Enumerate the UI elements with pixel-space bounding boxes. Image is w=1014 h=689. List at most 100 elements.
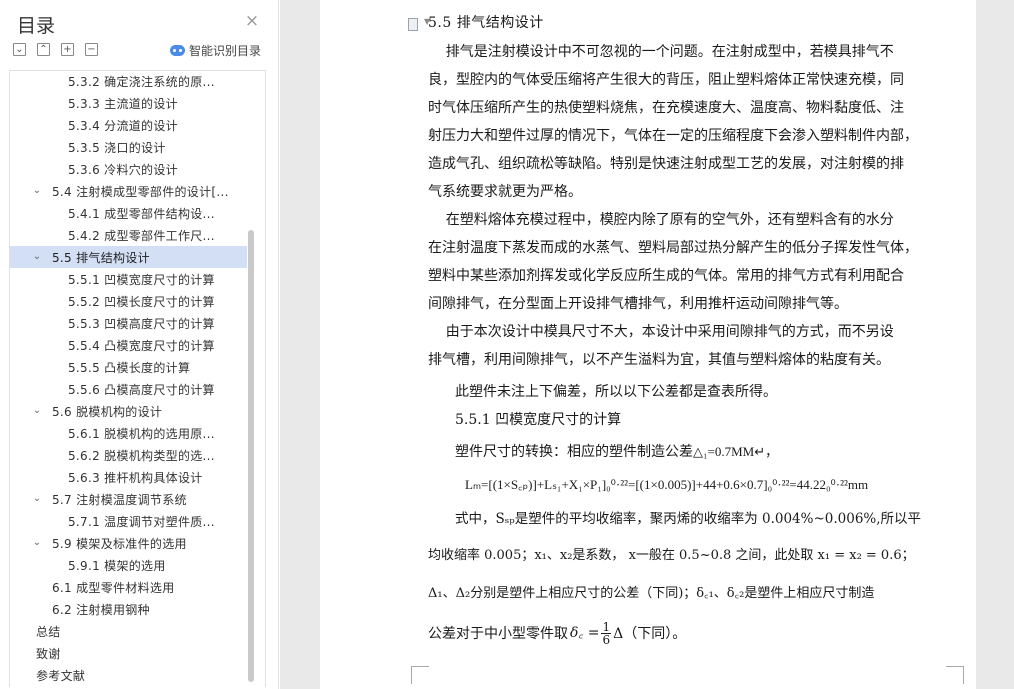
toc-item-label: 5.6.1 脱模机构的选用原... (68, 426, 215, 441)
toc-item-label: 5.4 注射模成型零部件的设计[... (52, 184, 229, 199)
toc-item-label: 5.3.2 确定浇注系统的原... (68, 74, 215, 89)
para2-line2: 均收缩率 0.005；x₁、x₂是系数， x一般在 0.5~0.8 之间，此处取… (428, 548, 915, 563)
document-icon[interactable] (408, 18, 418, 31)
toc-item[interactable]: ⌄ 5.4 注射模成型零部件的设计[... (10, 180, 247, 202)
toc-panel: 目录 × ⌄ ⌃ + − 智能识别目录 5.3.2 确定浇注系统的原... 5.3… (0, 0, 279, 689)
toc-item-label: 6.2 注射模用钢种 (52, 602, 150, 617)
para2-line4-a: 公差对于中小型零件取 (428, 625, 568, 642)
para2-line4-c: Δ（下同）。 (613, 625, 687, 642)
chevron-down-icon[interactable]: ⌄ (32, 488, 42, 510)
paragraph-line: 射压力大和塑件过厚的情况下，气体在一定的压缩程度下会渗入塑料制件内部， (428, 128, 918, 144)
para2-line3: Δ₁、Δ₂分别是塑件上相应尺寸的公差（下同)；δ꜀₁、δ꜀₂是塑件上相应尺寸制造 (428, 586, 875, 601)
fraction: 1 6 (601, 621, 612, 647)
para2-line4-b: δ꜀ = (570, 625, 600, 641)
add-heading-icon[interactable]: + (61, 43, 74, 56)
conversion-line: 塑件尺寸的转换：相应的塑件制造公差△₁=0.7MM↵， (455, 441, 778, 461)
toc-item-label: 5.5.1 凹模宽度尺寸的计算 (68, 272, 215, 287)
smart-toc-label: 智能识别目录 (189, 43, 262, 58)
chevron-down-icon[interactable]: ⌄ (32, 180, 42, 202)
toc-item[interactable]: 5.6.2 脱模机构类型的选... (10, 444, 247, 466)
toc-item-label: 5.3.5 浇口的设计 (68, 140, 166, 155)
toc-item[interactable]: 5.4.2 成型零部件工作尺... (10, 224, 247, 246)
toc-item-label: 5.6 脱模机构的设计 (52, 404, 163, 419)
toc-item[interactable]: 总结 (10, 620, 247, 642)
paragraph-line: 在塑料熔体充模过程中，模腔内除了原有的空气外，还有塑料含有的水分 (428, 212, 894, 228)
toc-item-label: 5.5 排气结构设计 (52, 250, 150, 265)
toc-item[interactable]: 5.3.2 确定浇注系统的原... (10, 71, 247, 92)
toc-title: 目录 (17, 15, 56, 37)
toc-item[interactable]: 致谢 (10, 642, 247, 664)
toc-item-label: 5.5.3 凹模高度尺寸的计算 (68, 316, 215, 331)
toc-item[interactable]: 6.2 注射模用钢种 (10, 598, 247, 620)
toc-tree: 5.3.2 确定浇注系统的原... 5.3.3 主流道的设计 5.3.4 分流道的设… (9, 70, 266, 687)
toc-item[interactable]: 5.6.1 脱模机构的选用原... (10, 422, 247, 444)
toc-item-label: 总结 (36, 624, 61, 639)
toc-item[interactable]: 5.5.6 凸模高度尺寸的计算 (10, 378, 247, 400)
toc-item[interactable]: 5.4.1 成型零部件结构设... (10, 202, 247, 224)
toc-item[interactable]: 5.5.2 凹模长度尺寸的计算 (10, 290, 247, 312)
toc-item-label: 5.6.2 脱模机构类型的选... (68, 448, 215, 463)
document-page: ▼ 5.5 排气结构设计 排气是注射模设计中不可忽视的一个问题。在注射成型中，若… (320, 0, 976, 689)
paragraph-line: 造成气孔、组织疏松等缺陷。特别是快速注射成型工艺的发展，对注射模的排 (428, 156, 904, 172)
page-corner-mark (946, 666, 964, 684)
toc-item[interactable]: ⌄ 5.9 模架及标准件的选用 (10, 532, 247, 554)
toc-item-label: 5.5.4 凸模宽度尺寸的计算 (68, 338, 215, 353)
conversion-prefix: 塑件尺寸的转换：相应的塑件制造公差 (455, 444, 693, 460)
toc-item[interactable]: 5.3.3 主流道的设计 (10, 92, 247, 114)
toc-item[interactable]: 6.1 成型零件材料选用 (10, 576, 247, 598)
toc-item[interactable]: 5.9.1 模架的选用 (10, 554, 247, 576)
toc-item[interactable]: ⌄ 5.5 排气结构设计 (10, 246, 247, 268)
toc-item[interactable]: 参考文献 (10, 664, 247, 686)
close-icon[interactable]: × (244, 13, 260, 30)
formula-line: Lₘ=[(1×S꜀ₚ)]+Lₛ₁+X₁×P₁]₀⁰·²²=[(1×0.005)]… (465, 477, 869, 492)
fraction-denominator: 6 (602, 633, 611, 647)
chevron-down-icon[interactable]: ⌄ (32, 400, 42, 422)
chevron-down-icon[interactable]: ⌄ (32, 532, 42, 554)
paragraph-line: 塑料中某些添加剂挥发或化学反应所生成的气体。常用的排气方式有利用配合 (428, 268, 904, 284)
paragraph-line: 间隙排气，在分型面上开设排气槽排气，利用推杆运动间隙排气等。 (428, 296, 848, 312)
subsection-heading: 5.5.1 凹模宽度尺寸的计算 (455, 412, 622, 428)
toc-item-label: 5.3.4 分流道的设计 (68, 118, 178, 133)
toc-item-label: 5.9.1 模架的选用 (68, 558, 166, 573)
toc-item-label: 5.3.6 冷料穴的设计 (68, 162, 178, 177)
paragraph-line: 由于本次设计中模具尺寸不大，本设计中采用间隙排气的方式，而不另设 (428, 324, 894, 340)
toc-item-label: 5.7.1 温度调节对塑件质... (68, 514, 215, 529)
toc-item-label: 参考文献 (36, 668, 86, 683)
toc-item[interactable]: ⌄ 5.7 注射模温度调节系统 (10, 488, 247, 510)
paragraph-line: 在注射温度下蒸发而成的水蒸气、塑料局部过热分解产生的低分子挥发性气体， (428, 240, 918, 256)
toc-item-label: 6.1 成型零件材料选用 (52, 580, 175, 595)
toc-item-label: 5.5.2 凹模长度尺寸的计算 (68, 294, 215, 309)
toc-item-label: 5.3.3 主流道的设计 (68, 96, 178, 111)
toc-item[interactable]: 5.7.1 温度调节对塑件质... (10, 510, 247, 532)
toc-item[interactable]: 5.3.4 分流道的设计 (10, 114, 247, 136)
paragraph-line: 排气槽，利用间隙排气，以不产生溢料为宜，其值与塑料熔体的粘度有关。 (428, 352, 890, 368)
toc-scrollbar[interactable] (248, 230, 254, 682)
toc-item[interactable]: 5.5.3 凹模高度尺寸的计算 (10, 312, 247, 334)
para2-line4: 公差对于中小型零件取 δ꜀ = 1 6 Δ（下同）。 (428, 620, 687, 647)
toc-item[interactable]: 5.3.5 浇口的设计 (10, 136, 247, 158)
paragraph-line: 时气体压缩所产生的热使塑料烧焦，在充模速度大、温度高、物料黏度低、注 (428, 100, 904, 116)
section-heading: 5.5 排气结构设计 (428, 15, 544, 31)
para2-line1: 式中，Sₛₚ是塑件的平均收缩率，聚丙烯的收缩率为 0.004%~0.006%,所… (455, 511, 922, 527)
toc-item-label: 致谢 (36, 646, 61, 661)
remove-heading-icon[interactable]: − (85, 43, 98, 56)
toc-item[interactable]: 5.5.1 凹模宽度尺寸的计算 (10, 268, 247, 290)
chevron-down-icon[interactable]: ⌄ (32, 246, 42, 268)
paragraph-line: 排气是注射模设计中不可忽视的一个问题。在注射成型中，若模具排气不 (428, 44, 894, 60)
conversion-value: △₁=0.7MM↵， (693, 444, 779, 459)
collapse-all-icon[interactable]: ⌄ (13, 43, 26, 56)
paragraph-line: 气系统要求就更为严格。 (428, 184, 582, 200)
expand-all-icon[interactable]: ⌃ (37, 43, 50, 56)
paragraph-line: 良，型腔内的气体受压缩将产生很大的背压，阻止塑料熔体正常快速充模，同 (428, 72, 904, 88)
toc-item-label: 5.4.1 成型零部件结构设... (68, 206, 215, 221)
toc-item[interactable]: 5.5.5 凸模长度的计算 (10, 356, 247, 378)
smart-toc-button[interactable]: 智能识别目录 (170, 42, 261, 58)
toc-item-label: 5.7 注射模温度调节系统 (52, 492, 187, 507)
toc-item[interactable]: 5.6.3 推杆机构具体设计 (10, 466, 247, 488)
toc-item[interactable]: ⌄ 5.6 脱模机构的设计 (10, 400, 247, 422)
toc-item-label: 5.4.2 成型零部件工作尺... (68, 228, 215, 243)
toc-item[interactable]: 5.3.6 冷料穴的设计 (10, 158, 247, 180)
toc-item-label: 5.6.3 推杆机构具体设计 (68, 470, 203, 485)
toc-item[interactable]: 5.5.4 凸模宽度尺寸的计算 (10, 334, 247, 356)
note-line: 此塑件未注上下偏差，所以以下公差都是查表所得。 (455, 384, 777, 400)
